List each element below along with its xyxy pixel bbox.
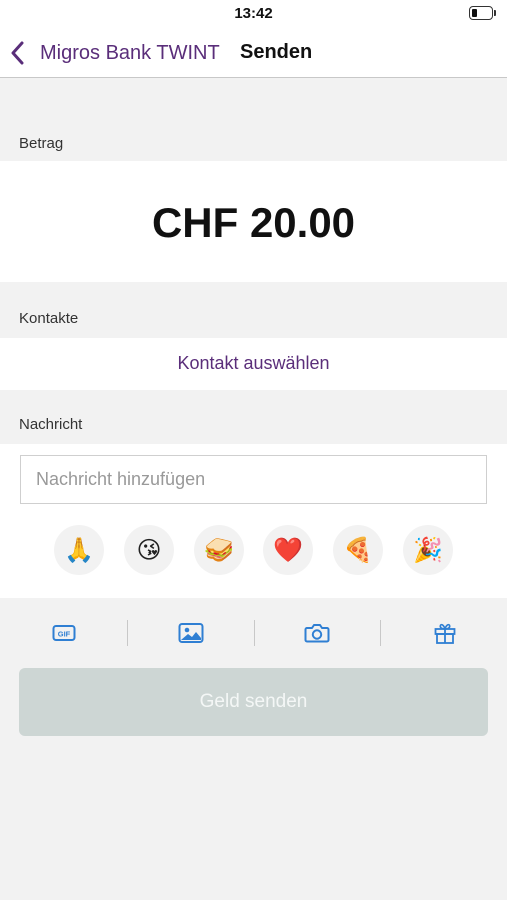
separator (254, 620, 255, 646)
battery-icon (469, 6, 497, 20)
emoji-sandwich-button[interactable]: 🥪 (194, 525, 244, 575)
camera-icon[interactable] (302, 618, 332, 648)
emoji-row: 🙏 😘 🥪 ❤️ 🍕 🎉 (0, 525, 507, 575)
navigation-bar: Migros Bank TWINT Senden (0, 28, 507, 78)
contacts-label: Kontakte (19, 310, 79, 327)
image-icon[interactable] (176, 618, 206, 648)
back-label: Migros Bank TWINT (40, 41, 220, 64)
select-contact-link[interactable]: Kontakt auswählen (0, 353, 507, 374)
separator (127, 620, 128, 646)
chevron-left-icon (10, 36, 34, 70)
status-time: 13:42 (234, 5, 273, 22)
amount-block[interactable]: CHF 20.00 (0, 161, 507, 282)
amount-value: CHF 20.00 (151, 199, 356, 246)
emoji-kissing-face-button[interactable]: 😘 (124, 525, 174, 575)
emoji-party-popper-button[interactable]: 🎉 (403, 525, 453, 575)
contact-picker[interactable]: Kontakt auswählen (0, 338, 507, 390)
attachment-bar: GIF (0, 608, 507, 658)
emoji-red-heart-button[interactable]: ❤️ (263, 525, 313, 575)
svg-text:GIF: GIF (58, 630, 71, 639)
back-button[interactable]: Migros Bank TWINT (10, 36, 220, 70)
gif-icon[interactable]: GIF (49, 618, 79, 648)
send-money-button[interactable]: Geld senden (19, 668, 488, 736)
message-label: Nachricht (19, 416, 83, 433)
gift-icon[interactable] (430, 618, 460, 648)
message-input[interactable] (20, 455, 487, 504)
amount-label: Betrag (19, 135, 64, 152)
message-block: 🙏 😘 🥪 ❤️ 🍕 🎉 (0, 444, 507, 598)
page-title: Senden (240, 41, 313, 63)
emoji-folded-hands-button[interactable]: 🙏 (54, 525, 104, 575)
separator (380, 620, 381, 646)
status-bar: 13:42 (0, 0, 507, 28)
emoji-pizza-button[interactable]: 🍕 (333, 525, 383, 575)
